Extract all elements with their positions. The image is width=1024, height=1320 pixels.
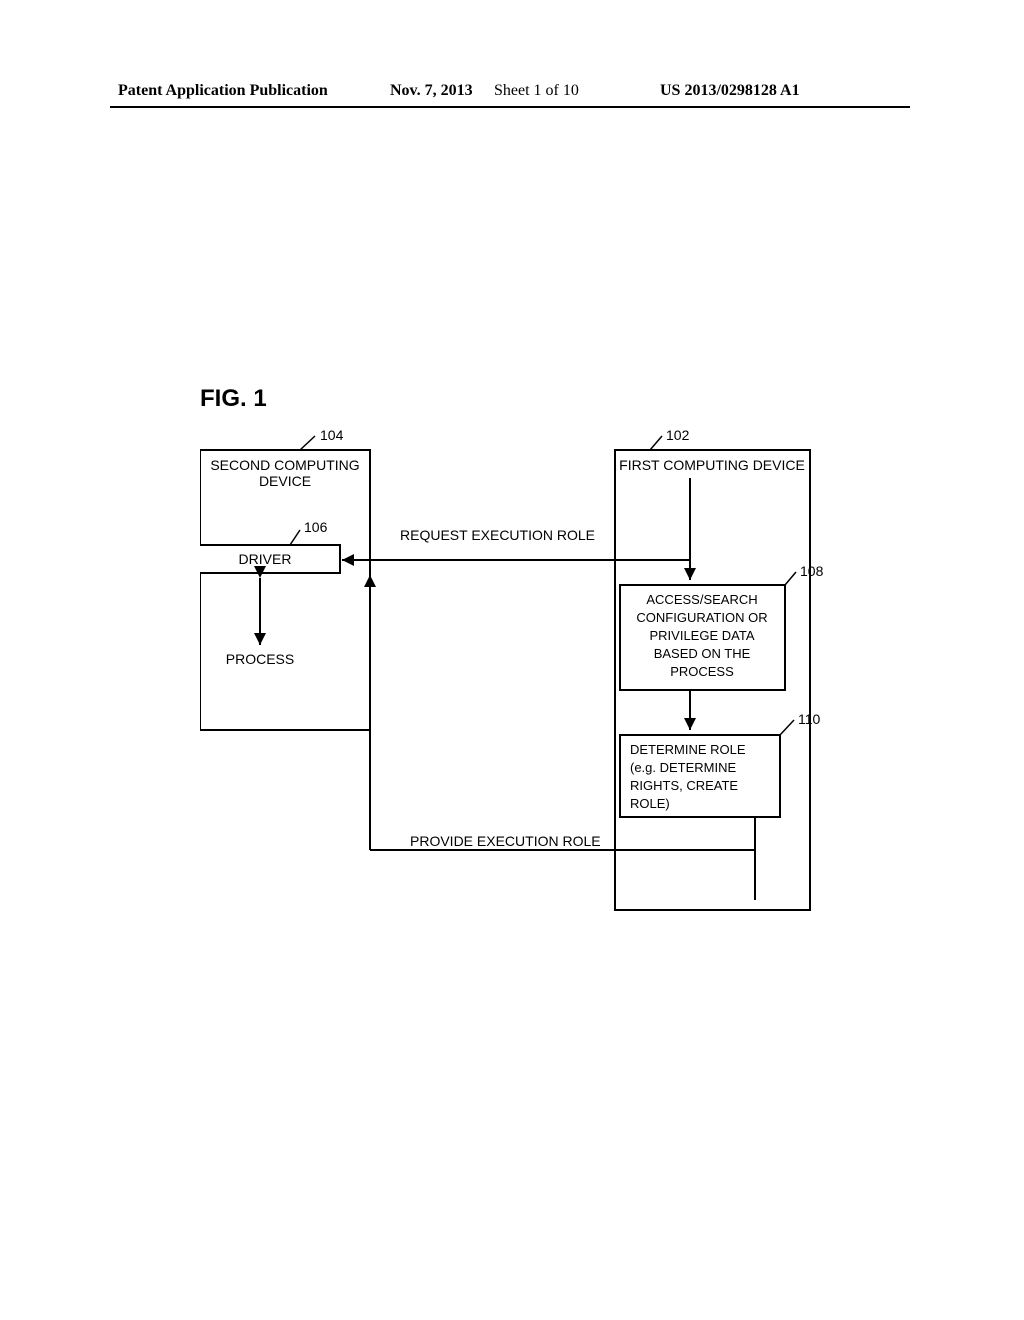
det-l1: DETERMINE ROLE xyxy=(630,742,746,757)
ref-102-text: 102 xyxy=(666,430,690,443)
det-l4: ROLE) xyxy=(630,796,670,811)
header-publication: Patent Application Publication xyxy=(118,82,328,100)
ref-106: 106 xyxy=(290,519,328,545)
page-root: Patent Application Publication Nov. 7, 2… xyxy=(0,0,1024,1320)
ref-110-text: 110 xyxy=(798,711,821,727)
second-device-label-1: SECOND COMPUTING xyxy=(210,457,359,473)
det-l3: RIGHTS, CREATE xyxy=(630,778,738,793)
ref-108: 108 xyxy=(785,563,824,585)
access-l4: BASED ON THE xyxy=(654,646,751,661)
ref-110: 110 xyxy=(780,711,821,735)
access-l5: PROCESS xyxy=(670,664,734,679)
driver-label: DRIVER xyxy=(239,551,292,567)
ref-106-text: 106 xyxy=(304,519,328,535)
second-device-label-2: DEVICE xyxy=(259,473,311,489)
access-l2: CONFIGURATION OR xyxy=(636,610,767,625)
ref-102: 102 xyxy=(650,430,690,450)
access-search-box: ACCESS/SEARCH CONFIGURATION OR PRIVILEGE… xyxy=(620,585,785,690)
provide-label: PROVIDE EXECUTION ROLE xyxy=(410,833,601,849)
header-rule xyxy=(110,106,910,108)
request-label: REQUEST EXECUTION ROLE xyxy=(400,527,595,543)
det-l2: (e.g. DETERMINE xyxy=(630,760,737,775)
first-device-label: FIRST COMPUTING DEVICE xyxy=(619,457,805,473)
request-arrow: REQUEST EXECUTION ROLE xyxy=(342,527,690,560)
figure-diagram: SECOND COMPUTING DEVICE 104 DRIVER 106 P… xyxy=(200,430,840,930)
ref-104-text: 104 xyxy=(320,430,344,443)
second-device-box: SECOND COMPUTING DEVICE xyxy=(200,450,370,730)
header-sheet: Sheet 1 of 10 xyxy=(494,82,579,100)
process-label: PROCESS xyxy=(226,651,294,667)
driver-box: DRIVER xyxy=(200,545,340,573)
access-l1: ACCESS/SEARCH xyxy=(646,592,757,607)
header-docnum: US 2013/0298128 A1 xyxy=(660,82,800,100)
figure-title: FIG. 1 xyxy=(200,385,267,413)
determine-role-box: DETERMINE ROLE (e.g. DETERMINE RIGHTS, C… xyxy=(620,735,780,817)
ref-104: 104 xyxy=(300,430,344,450)
access-l3: PRIVILEGE DATA xyxy=(650,628,755,643)
header-date: Nov. 7, 2013 xyxy=(390,82,473,100)
ref-108-text: 108 xyxy=(800,563,824,579)
